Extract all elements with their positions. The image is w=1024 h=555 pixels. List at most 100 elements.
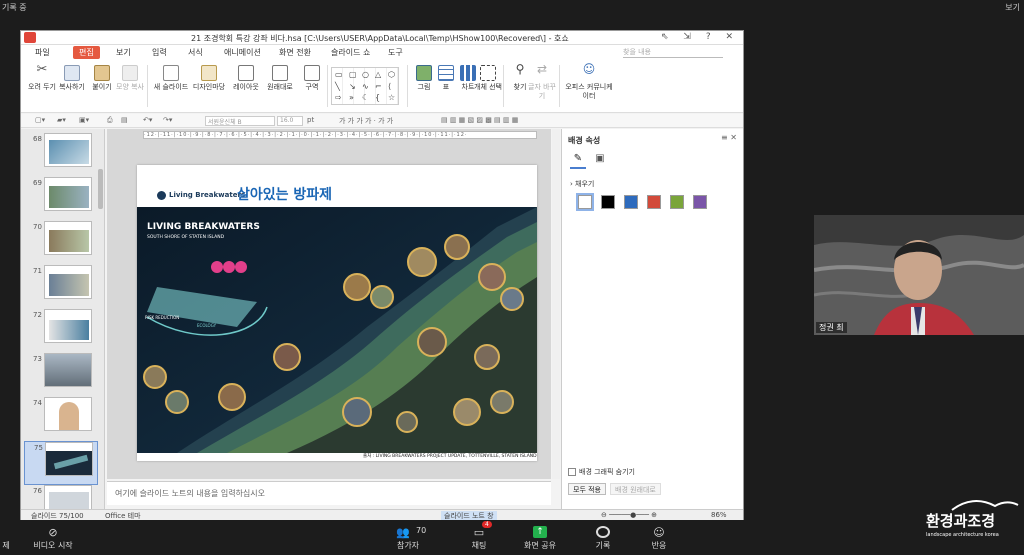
bracket-shape-icon[interactable]: ⟨ bbox=[388, 82, 391, 91]
participants-button[interactable]: 👥 70 참가자 bbox=[388, 526, 428, 551]
new-file-icon[interactable]: ▢▾ bbox=[35, 116, 45, 124]
rectangle-shape-icon[interactable]: ▭ bbox=[335, 70, 343, 79]
print-icon[interactable]: ⎙ bbox=[107, 116, 113, 125]
color-swatch[interactable] bbox=[624, 195, 638, 209]
thumbnail-scrollbar[interactable] bbox=[98, 169, 103, 209]
text-style-buttons[interactable]: 가 가 가 가 · 가 가 bbox=[339, 116, 393, 126]
paste-button[interactable]: 붙이기 bbox=[87, 65, 117, 92]
section-button[interactable]: 구역 bbox=[297, 65, 327, 92]
menu-insert[interactable]: 입력 bbox=[152, 47, 167, 58]
moon-shape-icon[interactable]: ☾ bbox=[362, 93, 369, 102]
menu-animation[interactable]: 애니메이션 bbox=[224, 47, 261, 58]
layout-icon bbox=[238, 65, 254, 81]
menu-format[interactable]: 서식 bbox=[188, 47, 203, 58]
reset-background-button[interactable]: 배경 원래대로 bbox=[610, 483, 661, 495]
view-button[interactable]: 보기 bbox=[1005, 2, 1020, 13]
thumbnail-74[interactable]: 74 bbox=[24, 397, 98, 441]
save-icon[interactable]: ▣▾ bbox=[79, 116, 89, 124]
menu-edit[interactable]: 편집 bbox=[73, 46, 100, 59]
thumbnail-73[interactable]: 73 bbox=[24, 353, 98, 397]
thumbnail-76[interactable]: 76 bbox=[24, 485, 98, 509]
slide-title: 살아있는 방파제 bbox=[237, 187, 333, 203]
chat-button[interactable]: ▭ 4 채팅 bbox=[462, 521, 496, 551]
layout-button[interactable]: 레이아웃 bbox=[229, 65, 263, 92]
brand-watermark: 환경과조경 landscape architecture korea bbox=[924, 496, 1024, 546]
circle-shape-icon[interactable]: ○ bbox=[362, 70, 369, 79]
thumbnail-70[interactable]: 70 bbox=[24, 221, 98, 265]
rounded-rect-shape-icon[interactable]: ▢ bbox=[349, 70, 357, 79]
checkbox[interactable] bbox=[568, 468, 576, 476]
chevron-shape-icon[interactable]: » bbox=[349, 93, 354, 102]
color-swatch[interactable] bbox=[601, 195, 615, 209]
preview-icon[interactable]: ▤ bbox=[121, 116, 128, 124]
curve-shape-icon[interactable]: ∿ bbox=[362, 82, 369, 91]
alignment-buttons[interactable]: ▤ ▥ ▦ ▧ ▨ ▩ ▤ ▥ ▦ bbox=[441, 116, 518, 124]
reset-button[interactable]: 원래대로 bbox=[263, 65, 297, 92]
color-swatch[interactable] bbox=[647, 195, 661, 209]
hide-background-graphics[interactable]: 배경 그래픽 숨기기 bbox=[568, 467, 635, 477]
close-icon[interactable]: ≡ ✕ bbox=[721, 133, 737, 142]
office-communicator-button[interactable]: ☺ 오피스 커뮤니케이터 bbox=[565, 62, 613, 101]
start-video-button[interactable]: ⊘ 비디오 시작 bbox=[28, 526, 78, 551]
color-swatch[interactable] bbox=[576, 193, 594, 211]
share-screen-button[interactable]: ↑ 화면 공유 bbox=[516, 526, 564, 551]
fill-tab-icon[interactable]: ✎ bbox=[570, 153, 586, 169]
new-slide-button[interactable]: 새 슬라이드 bbox=[153, 65, 189, 92]
current-slide[interactable]: Living Breakwaters 살아있는 방파제 LIVING BREAK… bbox=[137, 165, 537, 461]
hexagon-shape-icon[interactable]: ⬡ bbox=[388, 70, 395, 79]
color-swatch[interactable] bbox=[693, 195, 707, 209]
triangle-shape-icon[interactable]: △ bbox=[375, 70, 381, 79]
slide-notes[interactable]: 여기에 슬라이드 노트의 내용을 입력하십시오 bbox=[107, 481, 551, 505]
participants-icon: 👥 bbox=[396, 526, 410, 539]
star-shape-icon[interactable]: ☆ bbox=[388, 93, 395, 102]
design-button[interactable]: 디자인마당 bbox=[191, 65, 227, 92]
open-folder-icon[interactable]: ▰▾ bbox=[57, 116, 66, 124]
slide-preview bbox=[44, 177, 92, 211]
color-swatch[interactable] bbox=[670, 195, 684, 209]
redo-icon[interactable]: ↷▾ bbox=[163, 116, 172, 124]
image-tab-icon[interactable]: ▣ bbox=[592, 153, 608, 169]
thumbnail-75[interactable]: 75 bbox=[24, 441, 98, 485]
paste-icon bbox=[94, 65, 110, 81]
connector-shape-icon[interactable]: ⌐ bbox=[375, 82, 382, 91]
menu-transition[interactable]: 화면 전환 bbox=[279, 47, 311, 58]
record-icon bbox=[596, 526, 610, 538]
thumbnail-69[interactable]: 69 bbox=[24, 177, 98, 221]
font-select[interactable]: 서원윤신체 B bbox=[205, 116, 275, 126]
menu-file[interactable]: 파일 bbox=[35, 47, 50, 58]
apply-all-button[interactable]: 모두 적용 bbox=[568, 483, 606, 495]
thumbnail-71[interactable]: 71 bbox=[24, 265, 98, 309]
replace-button[interactable]: ⇄ 글자 바꾸기 bbox=[527, 63, 557, 101]
shapes-gallery[interactable]: ▭ ▢ ○ △ ⬡ ╲ ↘ ∿ ⌐ ⟨ ⇨ » ☾ { ☆ bbox=[331, 67, 399, 105]
brace-shape-icon[interactable]: { bbox=[375, 93, 380, 102]
font-size-input[interactable]: 16.0 bbox=[277, 116, 303, 126]
search-input[interactable]: 찾을 내용 bbox=[623, 47, 723, 58]
slide-preview bbox=[45, 442, 93, 476]
thumbnail-72[interactable]: 72 bbox=[24, 309, 98, 353]
slide-preview bbox=[44, 221, 92, 255]
record-button[interactable]: 기록 bbox=[586, 526, 620, 551]
menu-tools[interactable]: 도구 bbox=[388, 47, 403, 58]
participant-video[interactable]: 정권 최 bbox=[814, 215, 1024, 335]
menu-slideshow[interactable]: 슬라이드 쇼 bbox=[331, 47, 370, 58]
select-object-button[interactable]: 개체 선택 bbox=[473, 65, 503, 92]
participants-count: 70 bbox=[416, 526, 427, 535]
cut-button[interactable]: ✂ 오려 두기 bbox=[27, 63, 57, 92]
window-controls[interactable]: ⇖ ⇲ ? ✕ bbox=[661, 32, 739, 42]
reactions-button[interactable]: ☺ 반응 bbox=[642, 526, 676, 551]
zoom-slider[interactable]: ⊖ ─────●─── ⊕ bbox=[601, 511, 657, 519]
arrow-shape-icon[interactable]: ↘ bbox=[349, 82, 356, 91]
communicator-icon: ☺ bbox=[582, 62, 596, 76]
undo-icon[interactable]: ↶▾ bbox=[143, 116, 152, 124]
copy-button[interactable]: 복사하기 bbox=[57, 65, 87, 92]
menu-view[interactable]: 보기 bbox=[116, 47, 131, 58]
format-copy-button[interactable]: 모양 복사 bbox=[115, 65, 145, 92]
living-breakwaters-map: LIVING BREAKWATERS SOUTH SHORE OF STATEN… bbox=[137, 207, 537, 453]
line-shape-icon[interactable]: ╲ bbox=[335, 82, 340, 91]
fill-section-header[interactable]: › 채우기 bbox=[570, 179, 594, 189]
canvas-scrollbar[interactable] bbox=[552, 129, 560, 479]
reset-icon bbox=[272, 65, 288, 81]
thumbnail-68[interactable]: 68 bbox=[24, 133, 98, 177]
block-arrow-shape-icon[interactable]: ⇨ bbox=[335, 93, 342, 102]
slide-canvas: ·12·|·11·|·10·|·9·|·8·|·7·|·6·|·5·|·4·|·… bbox=[107, 129, 551, 479]
